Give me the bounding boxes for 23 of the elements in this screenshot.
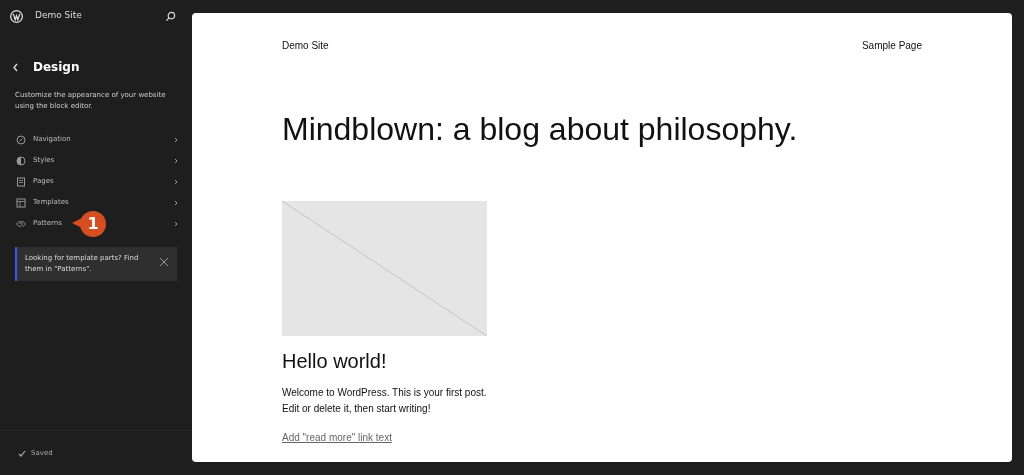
compass-icon <box>16 134 26 145</box>
page-heading: Mindblown: a blog about philosophy. <box>282 110 799 149</box>
chevron-icon <box>174 220 178 227</box>
panel-heading: Design <box>33 59 80 76</box>
read-more-link[interactable]: Add "read more" link text <box>282 430 922 445</box>
diamonds-icon <box>16 218 26 229</box>
page-icon <box>16 176 26 187</box>
check-icon <box>18 449 26 457</box>
wordpress-logo-icon[interactable] <box>10 9 23 23</box>
chevron-icon <box>174 136 178 143</box>
post-excerpt: Welcome to WordPress. This is your first post. Edit or delete it, then start writing! <box>282 386 488 416</box>
chevron-icon <box>174 178 178 185</box>
site-title[interactable]: Demo Site <box>35 9 153 23</box>
search-icon[interactable] <box>165 10 176 22</box>
chevron-icon <box>174 157 178 164</box>
site-title[interactable]: Demo Site <box>282 37 329 53</box>
layout-icon <box>16 197 26 208</box>
back-icon[interactable] <box>12 62 19 72</box>
contrast-icon <box>16 155 26 166</box>
chevron-icon <box>174 199 178 206</box>
post-title[interactable]: Hello world! <box>282 346 922 376</box>
nav-link[interactable]: Sample Page <box>861 37 922 53</box>
close-icon[interactable] <box>159 257 169 267</box>
